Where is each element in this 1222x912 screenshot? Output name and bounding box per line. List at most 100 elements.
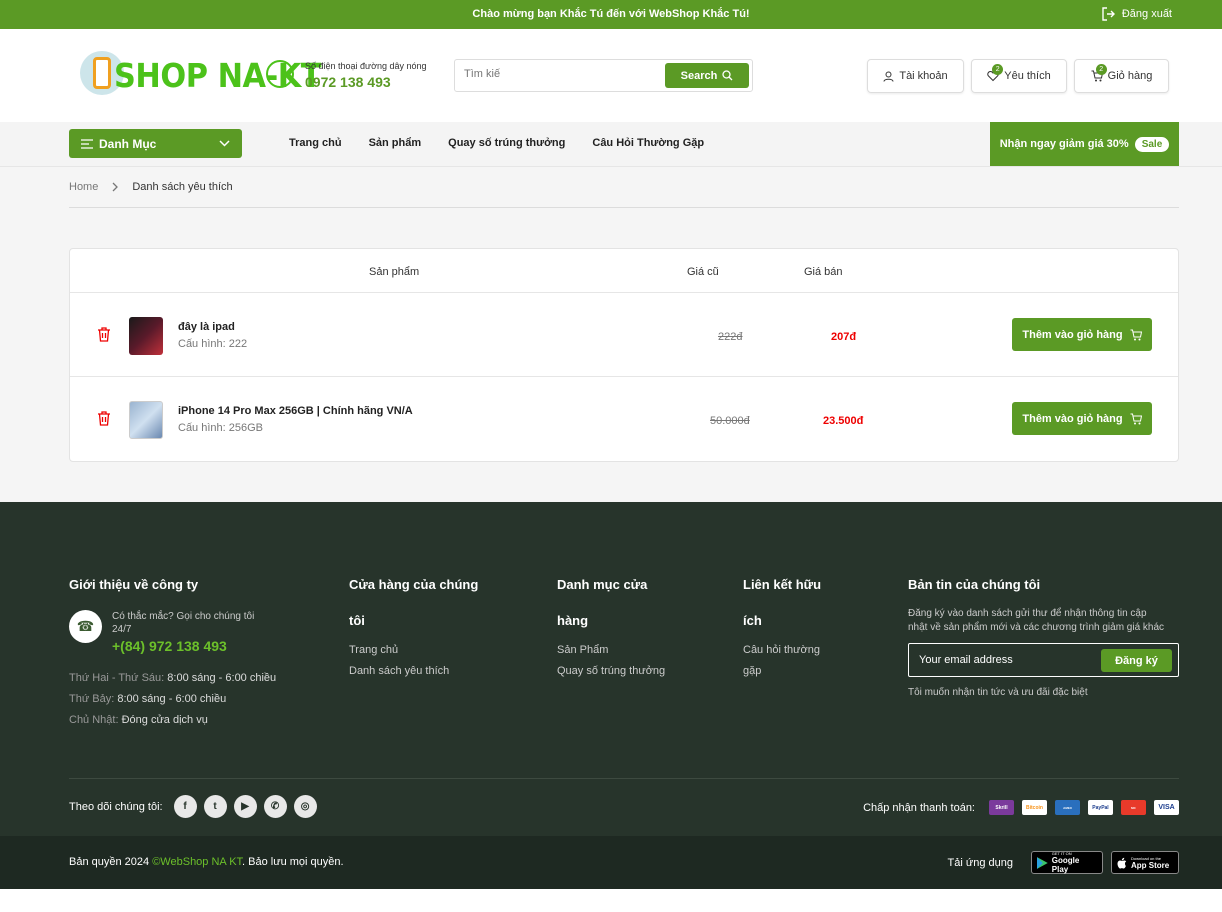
copyright: Bản quyền 2024 ©WebShop NA KT. Bảo lưu m… <box>69 856 344 868</box>
footer-about: Giới thiệu về công ty <box>69 567 198 603</box>
add-to-cart-button[interactable]: Thêm vào giỏ hàng <box>1012 318 1152 351</box>
search-button-label: Search <box>680 69 718 82</box>
table-row: đây là ipad Cấu hình: 222 222đ 207đ Thêm… <box>70 293 1178 377</box>
product-name[interactable]: iPhone 14 Pro Max 256GB | Chính hãng VN/… <box>178 405 413 417</box>
cart-count-badge: 2 <box>1095 64 1107 75</box>
menu-icon <box>81 138 93 149</box>
facebook-icon[interactable]: f <box>173 795 197 818</box>
product-image[interactable] <box>129 317 163 355</box>
footer-about-title: Giới thiệu về công ty <box>69 577 199 592</box>
footer-store-title: Cửa hàng của chúng tôi <box>349 577 479 628</box>
footer-useful: Liên kết hữu ích Câu hỏi thường gặp <box>743 567 833 682</box>
nav-link-products[interactable]: Sản phẩm <box>369 137 422 149</box>
visa-icon: VISA <box>1154 800 1179 815</box>
logo-phone-icon <box>93 57 111 89</box>
nav-link-lucky-draw[interactable]: Quay số trúng thưởng <box>448 137 565 149</box>
cart-label: Giỏ hàng <box>1107 70 1153 82</box>
welcome-message: Chào mừng bạn Khắc Tú đến với WebShop Kh… <box>472 8 750 20</box>
header: SHOP NA-KT Số điện thoại đường dây nóng … <box>0 29 1222 122</box>
footer-store: Cửa hàng của chúng tôi Trang chủ Danh sá… <box>349 567 489 682</box>
chevron-right-icon <box>112 182 119 192</box>
wishlist-table: Sản phẩm Giá cũ Giá bán đây là ipad Cấu … <box>69 248 1179 462</box>
category-dropdown[interactable]: Danh Mục <box>69 129 242 158</box>
product-name[interactable]: đây là ipad <box>178 321 235 333</box>
instagram-icon[interactable]: ◎ <box>293 795 317 818</box>
old-price: 222đ <box>718 331 743 343</box>
whatsapp-icon[interactable]: ✆ <box>263 795 287 818</box>
footer: Giới thiệu về công ty ☎ Có thắc mắc? Gọi… <box>0 502 1222 836</box>
trash-icon[interactable] <box>97 327 111 342</box>
hours-time: 8:00 sáng - 6:00 chiều <box>167 672 277 684</box>
hotline: Số điện thoại đường dây nóng 0972 138 49… <box>305 61 427 90</box>
breadcrumb: Home Danh sách yêu thích <box>69 181 233 193</box>
footer-link-home[interactable]: Trang chủ <box>349 640 489 661</box>
hours-row: Thứ Hai - Thứ Sáu: 8:00 sáng - 6:00 chiề… <box>69 668 276 689</box>
app-store-label: App Store <box>1131 860 1170 870</box>
add-to-cart-label: Thêm vào giỏ hàng <box>1022 412 1123 425</box>
footer-link-lucky-draw[interactable]: Quay số trúng thưởng <box>557 661 677 682</box>
search-input[interactable] <box>464 68 654 80</box>
old-price: 50.000đ <box>710 415 750 427</box>
contact-question: Có thắc mắc? Gọi cho chúng tôi 24/7 <box>112 611 255 635</box>
cart-button[interactable]: 2 Giỏ hàng <box>1074 59 1169 93</box>
copyright-pre: Bản quyền 2024 <box>69 856 150 868</box>
top-bar: Chào mừng bạn Khắc Tú đến với WebShop Kh… <box>0 0 1222 29</box>
nav-link-faq[interactable]: Câu Hỏi Thường Gặp <box>592 137 704 149</box>
nav-links: Trang chủ Sản phẩm Quay số trúng thưởng … <box>289 137 704 149</box>
logout-link[interactable]: Đăng xuất <box>1102 7 1172 21</box>
follow-label: Theo dõi chúng tôi: <box>69 800 163 813</box>
footer-categories-title: Danh mục cửa hàng <box>557 577 648 628</box>
apple-icon <box>1117 857 1127 868</box>
cart-icon <box>1130 329 1142 340</box>
app-downloads: Tải ứng dụng GET IT ON Google Play Downlo… <box>948 851 1179 874</box>
nav-link-home[interactable]: Trang chủ <box>289 137 342 149</box>
wishlist-label: Yêu thích <box>1004 70 1051 82</box>
breadcrumb-current: Danh sách yêu thích <box>132 181 233 193</box>
bitcoin-icon: Bitcoin <box>1022 800 1047 815</box>
footer-link-wishlist[interactable]: Danh sách yêu thích <box>349 661 489 682</box>
hotline-number: 0972 138 493 <box>305 74 391 90</box>
opening-hours: Thứ Hai - Thứ Sáu: 8:00 sáng - 6:00 chiề… <box>69 668 276 731</box>
footer-useful-title: Liên kết hữu ích <box>743 577 822 628</box>
add-to-cart-button[interactable]: Thêm vào giỏ hàng <box>1012 402 1152 435</box>
hours-time: 8:00 sáng - 6:00 chiều <box>117 693 227 705</box>
payment-methods: Chấp nhận thanh toán: Skrill Bitcoin AME… <box>863 800 1179 815</box>
breadcrumb-home[interactable]: Home <box>69 181 98 193</box>
newsletter-text: Đăng ký vào danh sách gửi thư để nhận th… <box>908 608 1165 633</box>
main-content: Home Danh sách yêu thích Sản phẩm Giá cũ… <box>0 167 1222 502</box>
hours-day: Chủ Nhật: <box>69 714 119 726</box>
footer-categories: Danh mục cửa hàng Sản Phẩm Quay số trúng… <box>557 567 677 682</box>
footer-link-products[interactable]: Sản Phẩm <box>557 640 677 661</box>
cart-icon <box>1130 413 1142 424</box>
copyright-post: . Bảo lưu mọi quyền. <box>242 856 344 868</box>
trash-icon[interactable] <box>97 411 111 426</box>
sale-price: 23.500đ <box>823 415 864 427</box>
hours-row: Thứ Bảy: 8:00 sáng - 6:00 chiều <box>69 689 276 710</box>
hotline-label: Số điện thoại đường dây nóng <box>305 61 427 71</box>
copyright-brand[interactable]: ©WebShop NA KT <box>152 856 242 868</box>
category-label: Danh Mục <box>99 136 157 151</box>
wishlist-button[interactable]: 2 Yêu thích <box>971 59 1067 93</box>
account-label: Tài khoản <box>899 70 948 82</box>
twitter-icon[interactable]: t <box>203 795 227 818</box>
header-old-price: Giá cũ <box>687 266 719 278</box>
account-button[interactable]: Tài khoản <box>867 59 964 93</box>
footer-link-faq[interactable]: Câu hỏi thường gặp <box>743 640 833 682</box>
main-navbar: Danh Mục Trang chủ Sản phẩm Quay số trún… <box>0 122 1222 167</box>
breadcrumb-divider <box>69 207 1179 208</box>
paypal-icon: PayPal <box>1088 800 1113 815</box>
google-play-badge[interactable]: GET IT ON Google Play <box>1031 851 1103 874</box>
search-box: Search <box>454 59 753 92</box>
product-image[interactable] <box>129 401 163 439</box>
app-store-badge[interactable]: Download on the App Store <box>1111 851 1179 874</box>
search-icon <box>722 70 733 81</box>
newsletter-subscribe-button[interactable]: Đăng ký <box>1101 649 1172 672</box>
contact-phone[interactable]: +(84) 972 138 493 <box>112 638 262 654</box>
hours-row: Chủ Nhật: Đóng cửa dịch vụ <box>69 710 276 731</box>
search-button[interactable]: Search <box>665 63 749 88</box>
newsletter-email-input[interactable] <box>919 654 1089 666</box>
logo[interactable]: SHOP NA-KT <box>76 46 322 102</box>
sale-badge: Sale <box>1134 136 1170 152</box>
promo-banner[interactable]: Nhận ngay giảm giá 30% Sale <box>990 122 1179 166</box>
youtube-icon[interactable]: ▶ <box>233 795 257 818</box>
